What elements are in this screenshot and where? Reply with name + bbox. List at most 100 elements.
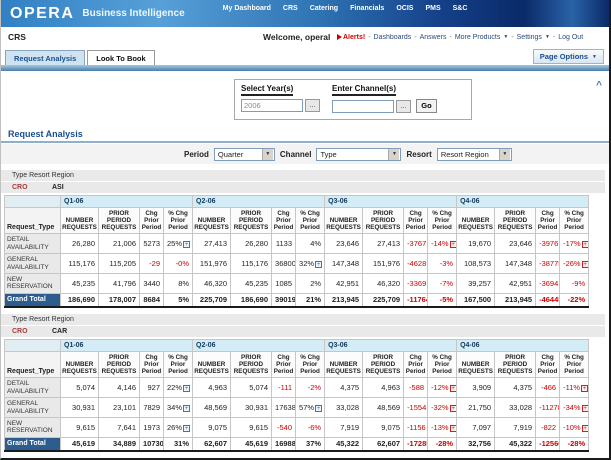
column-header: Chg Prior Period — [140, 208, 164, 234]
pct-chg-cell: 25% — [164, 234, 193, 254]
prior-period-cell: 42,951 — [495, 274, 536, 294]
chg-prior-period-cell: -11764 — [404, 293, 428, 307]
channel-select[interactable]: Type▼ — [316, 148, 401, 161]
drill-down-icon[interactable] — [450, 241, 457, 248]
chg-prior-period-cell: -15541 — [404, 398, 428, 418]
chg-prior-period-cell: 17638 — [272, 398, 296, 418]
prior-period-cell: 9,075 — [363, 418, 404, 438]
page-title: CRS — [8, 32, 26, 42]
dashboards-link[interactable]: Dashboards — [374, 34, 412, 41]
quarter-label: Q4-06 — [457, 196, 589, 208]
row-label: Grand Total — [5, 437, 61, 451]
settings-link[interactable]: Settings — [517, 34, 542, 41]
nav-item-ocis[interactable]: OCIS — [396, 5, 413, 12]
drill-up-icon[interactable] — [183, 425, 190, 432]
column-header: NUMBER REQUESTS — [193, 208, 231, 234]
table-row: GENERAL AVAILABILITY115,176115,205-29-0%… — [5, 254, 589, 274]
column-header: PRIOR PERIOD REQUESTS — [99, 208, 140, 234]
pct-chg-cell: -34% — [560, 398, 589, 418]
alerts-link[interactable]: Alerts! — [337, 34, 365, 41]
column-header: NUMBER REQUESTS — [61, 352, 99, 378]
pct-chg-cell: -12% — [428, 378, 457, 398]
chg-prior-period-cell: 1973 — [140, 418, 164, 438]
chg-prior-period-cell: 10730 — [140, 437, 164, 451]
quarter-label: Q3-06 — [325, 196, 457, 208]
chg-prior-period-cell: -3694 — [536, 274, 560, 294]
drill-up-icon[interactable] — [183, 385, 190, 392]
channel-input[interactable] — [332, 100, 394, 113]
drill-down-icon[interactable] — [582, 405, 589, 412]
section-title: Request Analysis — [8, 129, 609, 139]
nav-item-pms[interactable]: PMS — [425, 5, 440, 12]
drill-down-icon[interactable] — [450, 425, 457, 432]
banner-nav: My Dashboard CRS Catering Financials OCI… — [223, 0, 468, 12]
column-header: % Chg Prior Period — [296, 208, 325, 234]
drill-down-icon[interactable] — [582, 261, 589, 268]
brand-subtitle: Business Intelligence — [82, 8, 184, 19]
nav-item-my-dashboard[interactable]: My Dashboard — [223, 5, 271, 12]
chg-prior-period-cell: -38775 — [536, 254, 560, 274]
nav-item-sc[interactable]: S&C — [453, 5, 468, 12]
chg-prior-period-cell: -3369 — [404, 274, 428, 294]
drill-down-icon[interactable] — [582, 241, 589, 248]
resort-select[interactable]: Resort Region▼ — [437, 148, 512, 161]
drill-down-icon[interactable] — [450, 405, 457, 412]
page-options-button[interactable]: Page Options▼ — [533, 49, 604, 64]
prior-period-cell: 4,146 — [99, 378, 140, 398]
utility-links: Alerts! - Dashboards - Answers - More Pr… — [337, 34, 607, 41]
nav-item-crs[interactable]: CRS — [283, 5, 298, 12]
prior-period-cell: 9,615 — [231, 418, 272, 438]
year-filter-group: Select Year(s) ... — [241, 84, 320, 113]
drill-up-icon[interactable] — [315, 261, 322, 268]
row-label: Grand Total — [5, 293, 61, 307]
number-requests-cell: 45,322 — [325, 437, 363, 451]
column-header: PRIOR PERIOD REQUESTS — [495, 352, 536, 378]
drill-up-icon[interactable] — [183, 405, 190, 412]
region-band: Type Resort Region CRO CAR — [1, 314, 609, 337]
column-header: NUMBER REQUESTS — [325, 352, 363, 378]
number-requests-cell: 3,909 — [457, 378, 495, 398]
row-label: DETAIL AVAILABILITY — [5, 234, 61, 254]
pct-chg-cell: -10% — [560, 418, 589, 438]
pct-chg-cell: 31% — [164, 437, 193, 451]
column-header: % Chg Prior Period — [428, 352, 457, 378]
enter-channel-label: Enter Channel(s) — [332, 84, 396, 96]
row-label: NEW RESERVATION — [5, 274, 61, 294]
answers-link[interactable]: Answers — [420, 34, 447, 41]
column-header: PRIOR PERIOD REQUESTS — [495, 208, 536, 234]
log-out-link[interactable]: Log Out — [558, 34, 583, 41]
tab-request-analysis[interactable]: Request Analysis — [5, 50, 85, 65]
number-requests-cell: 48,569 — [193, 398, 231, 418]
drill-down-icon[interactable] — [582, 425, 589, 432]
drill-up-icon[interactable] — [315, 405, 322, 412]
nav-item-catering[interactable]: Catering — [310, 5, 338, 12]
tab-look-to-book[interactable]: Look To Book — [87, 50, 154, 65]
number-requests-cell: 27,413 — [193, 234, 231, 254]
drill-up-icon[interactable] — [183, 241, 190, 248]
region-values-row: CRO ASI — [1, 182, 605, 193]
cro-label: CRO — [12, 184, 52, 191]
nav-item-financials[interactable]: Financials — [350, 5, 384, 12]
drill-down-icon[interactable] — [450, 385, 457, 392]
period-select[interactable]: Quarter▼ — [214, 148, 275, 161]
opera-bi-window: OPERA Business Intelligence My Dashboard… — [0, 0, 611, 460]
more-products-link[interactable]: More Products — [455, 34, 501, 41]
chg-prior-period-cell: -29 — [140, 254, 164, 274]
year-picker-button[interactable]: ... — [305, 99, 320, 112]
prior-period-cell: 21,006 — [99, 234, 140, 254]
go-button[interactable]: Go — [416, 99, 437, 113]
prior-period-cell: 26,280 — [231, 234, 272, 254]
chg-prior-period-cell: 36800 — [272, 254, 296, 274]
number-requests-cell: 4,375 — [325, 378, 363, 398]
number-requests-cell: 33,028 — [325, 398, 363, 418]
divider-strip — [1, 65, 609, 71]
collapse-chevron-icon[interactable]: ^ — [596, 82, 602, 90]
number-requests-cell: 42,951 — [325, 274, 363, 294]
row-label: GENERAL AVAILABILITY — [5, 254, 61, 274]
row-label: NEW RESERVATION — [5, 418, 61, 438]
drill-down-icon[interactable] — [581, 385, 588, 392]
year-input[interactable] — [241, 99, 303, 112]
welcome-text: Welcome, operal — [263, 32, 330, 42]
channel-picker-button[interactable]: ... — [396, 100, 411, 113]
pct-chg-cell: -6% — [296, 418, 325, 438]
